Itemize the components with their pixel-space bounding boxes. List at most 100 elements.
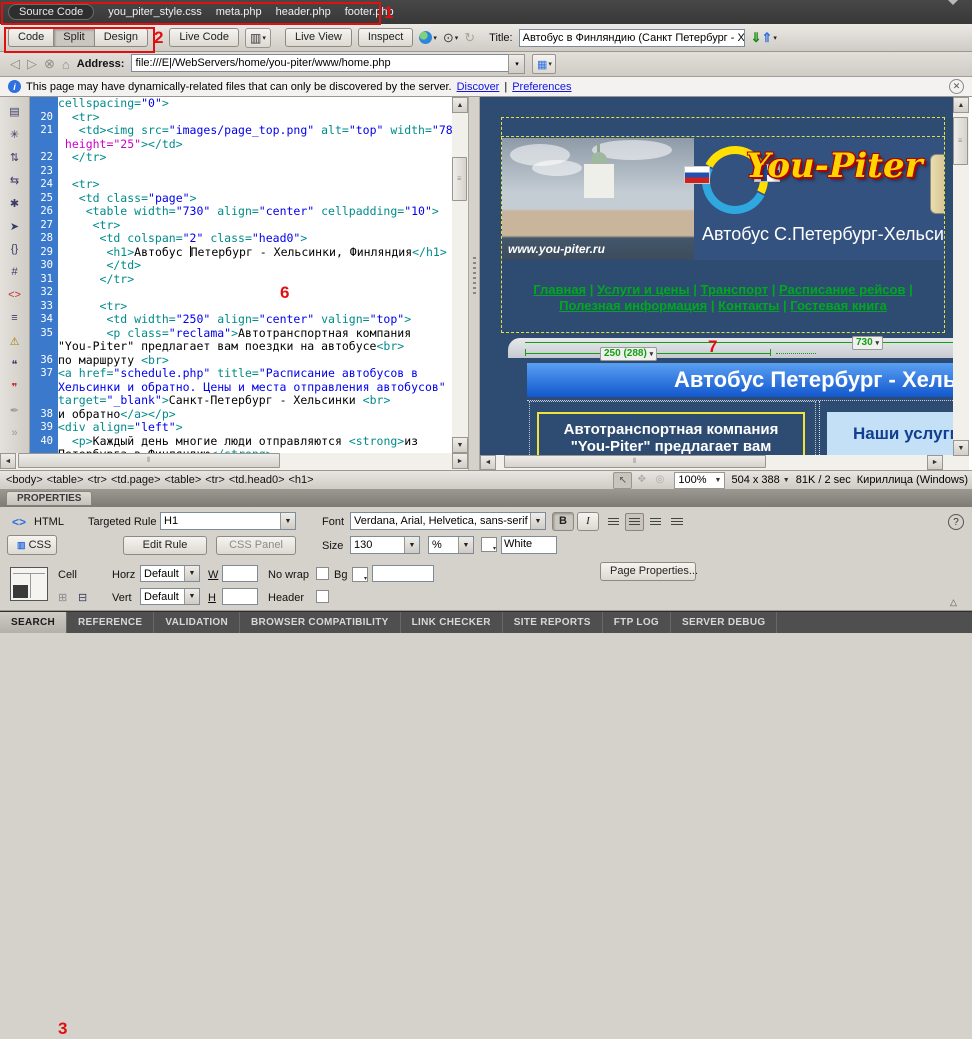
code-line[interactable] <box>58 286 452 300</box>
code-line[interactable]: <td width="250" align="center" valign="t… <box>58 313 452 327</box>
filter-related-files-icon[interactable] <box>946 5 962 19</box>
code-hscrollbar[interactable]: ◄ ⦀ ► <box>0 453 468 470</box>
code-line[interactable]: <tr> <box>58 300 452 314</box>
design-hscrollbar[interactable]: ◄ ⦀ ► <box>480 455 953 470</box>
code-line[interactable]: <div align="left"> <box>58 421 452 435</box>
code-line[interactable]: <tr> <box>58 178 452 192</box>
cell-height-input[interactable] <box>222 588 258 605</box>
highlight-invalid-code-icon[interactable]: <> <box>4 285 26 305</box>
code-line[interactable] <box>58 165 452 179</box>
code-line[interactable]: </td> <box>58 259 452 273</box>
results-tab-ftp-log[interactable]: FTP LOG <box>603 612 671 633</box>
align-justify-icon[interactable] <box>667 513 686 531</box>
window-size-dropdown[interactable]: 504 x 388▼ <box>731 474 789 486</box>
code-line[interactable]: </tr> <box>58 151 452 165</box>
split-view-divider[interactable] <box>468 97 480 470</box>
discover-link[interactable]: Discover <box>457 81 500 93</box>
page-properties-button[interactable]: Page Properties... <box>600 562 696 581</box>
code-line[interactable]: и обратно</a></p> <box>58 408 452 422</box>
code-line[interactable]: <table width="730" align="center" cellpa… <box>58 205 452 219</box>
live-code-button[interactable]: Live Code <box>169 28 239 47</box>
code-line[interactable]: <tr> <box>58 111 452 125</box>
code-navigator-icon[interactable]: ✳ <box>4 124 26 144</box>
design-scroll-left-icon[interactable]: ◄ <box>480 455 496 470</box>
select-parent-tag-icon[interactable]: ➤ <box>4 216 26 236</box>
site-nav-link[interactable]: Контакты <box>718 298 779 313</box>
tag-selector-item[interactable]: <h1> <box>289 474 314 486</box>
merge-cells-icon[interactable]: ⊞ <box>58 591 67 604</box>
tag-selector-item[interactable]: <table> <box>165 474 202 486</box>
file-management-icon[interactable]: ⇓⇑▾ <box>751 30 777 46</box>
close-infobar-icon[interactable]: ✕ <box>949 79 964 94</box>
format-source-code-icon[interactable]: ✒ <box>4 400 26 420</box>
bg-color-swatch[interactable] <box>352 567 368 582</box>
tag-selector-item[interactable]: <tr> <box>87 474 107 486</box>
zoom-tool-icon[interactable]: ◎ <box>651 472 668 487</box>
site-nav-link[interactable]: Расписание рейсов <box>779 282 905 297</box>
refresh-design-view-icon[interactable]: ↻ <box>464 30 475 46</box>
view-options-icon[interactable]: ▦▾ <box>532 54 556 74</box>
stop-icon[interactable]: ⊗ <box>44 56 55 72</box>
help-icon[interactable]: ? <box>948 514 964 530</box>
code-editor[interactable]: cellspacing="0"> <tr> <td><img src="imag… <box>58 97 452 453</box>
code-scroll-up-icon[interactable]: ▲ <box>452 97 468 113</box>
code-hscroll-thumb[interactable]: ⦀ <box>18 453 280 468</box>
results-tab-reference[interactable]: REFERENCE <box>67 612 154 633</box>
site-nav-link[interactable]: Услуги и цены <box>597 282 690 297</box>
css-mode-button[interactable]: ▥ CSS <box>7 535 57 555</box>
code-line[interactable]: <td colspan="2" class="head0"> <box>58 232 452 246</box>
bg-color-input[interactable] <box>372 565 434 582</box>
cell-width-input[interactable] <box>222 565 258 582</box>
targeted-rule-dropdown[interactable]: H1▼ <box>160 512 296 530</box>
site-nav-link[interactable]: Главная <box>533 282 586 297</box>
check-browser-compatibility-icon[interactable]: ▥▾ <box>245 28 271 48</box>
html-mode-button[interactable]: HTML <box>34 516 64 528</box>
properties-tab[interactable]: PROPERTIES <box>6 491 92 505</box>
results-tab-site-reports[interactable]: SITE REPORTS <box>503 612 603 633</box>
code-vscroll-thumb[interactable]: ≡ <box>452 157 467 201</box>
text-color-swatch[interactable] <box>481 537 497 552</box>
tag-selector-item[interactable]: <table> <box>47 474 84 486</box>
more-icon[interactable]: » <box>4 423 26 443</box>
apply-comment-icon[interactable]: ❝ <box>4 354 26 374</box>
results-tab-validation[interactable]: VALIDATION <box>154 612 240 633</box>
design-scroll-down-icon[interactable]: ▼ <box>953 440 969 456</box>
collapse-selection-icon[interactable]: ⇆ <box>4 170 26 190</box>
split-cell-icon[interactable]: ⊟ <box>78 591 87 604</box>
tag-selector-item[interactable]: <body> <box>6 474 43 486</box>
live-view-button[interactable]: Live View <box>285 28 352 47</box>
text-color-input[interactable]: White <box>501 536 557 554</box>
inspect-button[interactable]: Inspect <box>358 28 413 47</box>
code-line[interactable]: </tr> <box>58 273 452 287</box>
tag-selector-item[interactable]: <tr> <box>205 474 225 486</box>
results-tab-search[interactable]: SEARCH <box>0 612 67 633</box>
code-vscrollbar[interactable]: ▲ ≡ ▼ <box>452 97 468 453</box>
hand-tool-icon[interactable]: ✥ <box>633 472 650 487</box>
tag-selector-item[interactable]: <td.head0> <box>229 474 285 486</box>
code-line[interactable]: по маршруту <br> <box>58 354 452 368</box>
code-line[interactable]: cellspacing="0"> <box>58 97 452 111</box>
design-view[interactable]: www.you-piter.ru You-Piter Автобус С.Пет… <box>480 97 953 470</box>
edit-rule-button[interactable]: Edit Rule <box>123 536 207 555</box>
validate-markup-icon[interactable]: ⊙▾ <box>443 30 458 46</box>
design-scroll-right-icon[interactable]: ► <box>927 455 943 470</box>
back-icon[interactable]: ◁ <box>10 56 20 72</box>
address-dropdown-icon[interactable]: ▾ <box>508 54 525 74</box>
results-tab-browser-compatibility[interactable]: BROWSER COMPATIBILITY <box>240 612 401 633</box>
size-dropdown[interactable]: 130▼ <box>350 536 420 554</box>
code-line[interactable]: <tr> <box>58 219 452 233</box>
table-width-menu-250[interactable]: 250 (288) ▾ <box>600 347 657 361</box>
design-hscroll-thumb[interactable]: ⦀ <box>504 455 766 468</box>
vert-dropdown[interactable]: Default▼ <box>140 588 200 605</box>
header-checkbox[interactable] <box>316 590 329 603</box>
document-title-input[interactable]: Автобус в Финляндию (Санкт Петербург - Х… <box>519 29 745 47</box>
font-dropdown[interactable]: Verdana, Arial, Helvetica, sans-serif▼ <box>350 512 546 530</box>
balance-braces-icon[interactable]: {} <box>4 239 26 259</box>
line-numbers-icon[interactable]: # <box>4 262 26 282</box>
horz-dropdown[interactable]: Default▼ <box>140 565 200 582</box>
address-input[interactable]: file:///E|/WebServers/home/you-piter/www… <box>131 54 509 72</box>
design-vscroll-thumb[interactable]: ≡ <box>953 117 968 165</box>
code-scroll-left-icon[interactable]: ◄ <box>0 453 16 469</box>
align-right-icon[interactable] <box>646 513 665 531</box>
panel-collapse-icon[interactable]: △ <box>950 597 957 608</box>
